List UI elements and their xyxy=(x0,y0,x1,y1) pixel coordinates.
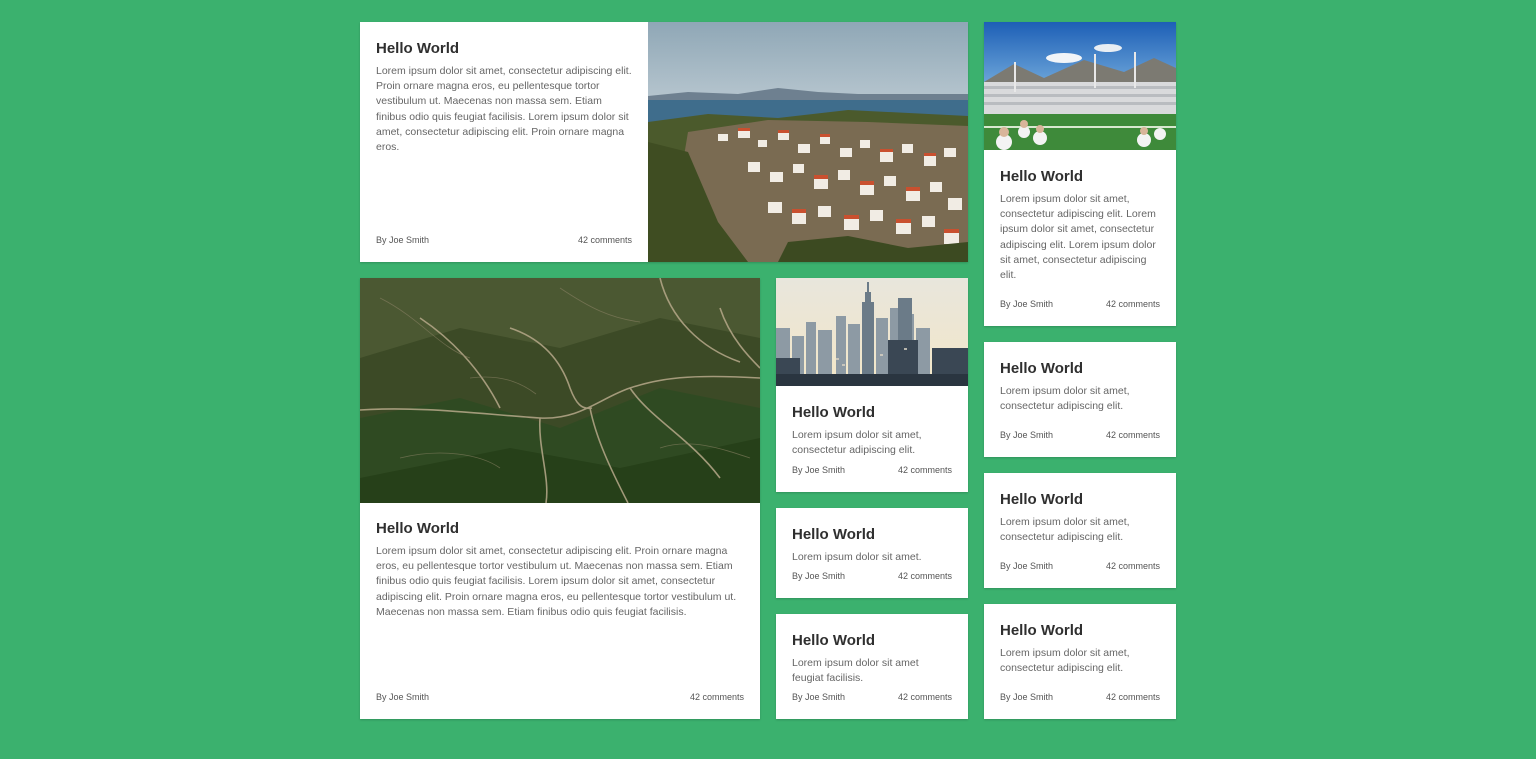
article-card[interactable]: Hello World Lorem ipsum dolor sit amet, … xyxy=(360,22,968,262)
article-card[interactable]: Hello World Lorem ipsum dolor sit amet. … xyxy=(776,508,968,598)
card-author: By Joe Smith xyxy=(1000,561,1054,571)
card-title[interactable]: Hello World xyxy=(1000,359,1160,378)
card-title[interactable]: Hello World xyxy=(1000,167,1160,186)
card-author: By Joe Smith xyxy=(376,235,430,245)
card-author: By Joe Smith xyxy=(1000,430,1054,440)
card-title[interactable]: Hello World xyxy=(792,525,952,544)
card-title[interactable]: Hello World xyxy=(376,39,632,58)
card-comments[interactable]: 42 comments xyxy=(898,464,952,476)
card-title[interactable]: Hello World xyxy=(376,519,744,538)
card-comments[interactable]: 42 comments xyxy=(578,234,632,246)
card-author: By Joe Smith xyxy=(1000,299,1054,309)
card-author: By Joe Smith xyxy=(792,465,846,475)
card-author: By Joe Smith xyxy=(376,692,430,702)
card-title[interactable]: Hello World xyxy=(792,403,952,422)
card-comments[interactable]: 42 comments xyxy=(1106,429,1160,441)
article-card[interactable]: Hello World Lorem ipsum dolor sit amet f… xyxy=(776,614,968,719)
article-card[interactable]: Hello World Lorem ipsum dolor sit amet, … xyxy=(984,473,1176,588)
card-text: Lorem ipsum dolor sit amet, consectetur … xyxy=(376,65,632,154)
card-text: Lorem ipsum dolor sit amet, consectetur … xyxy=(376,545,737,618)
card-comments[interactable]: 42 comments xyxy=(1106,560,1160,572)
stadium-photo xyxy=(984,22,1176,150)
card-comments[interactable]: 42 comments xyxy=(898,691,952,703)
city-skyline-photo xyxy=(776,278,968,386)
card-title[interactable]: Hello World xyxy=(1000,621,1160,640)
card-comments[interactable]: 42 comments xyxy=(690,691,744,703)
card-text: Lorem ipsum dolor sit amet, consectetur … xyxy=(1000,647,1130,675)
card-comments[interactable]: 42 comments xyxy=(1106,298,1160,310)
card-text: Lorem ipsum dolor sit amet, consectetur … xyxy=(792,429,922,457)
card-text: Lorem ipsum dolor sit amet, consectetur … xyxy=(1000,516,1130,544)
card-text: Lorem ipsum dolor sit amet, consectetur … xyxy=(1000,193,1156,282)
card-text: Lorem ipsum dolor sit amet feugiat facil… xyxy=(792,657,919,685)
card-author: By Joe Smith xyxy=(792,692,846,702)
aerial-landscape-photo xyxy=(360,278,760,503)
card-author: By Joe Smith xyxy=(1000,692,1054,702)
coastal-town-photo xyxy=(648,22,968,262)
card-text: Lorem ipsum dolor sit amet. xyxy=(792,551,922,563)
article-card[interactable]: Hello World Lorem ipsum dolor sit amet, … xyxy=(984,604,1176,719)
article-card[interactable]: Hello World Lorem ipsum dolor sit amet, … xyxy=(776,278,968,492)
card-comments[interactable]: 42 comments xyxy=(898,570,952,582)
card-text: Lorem ipsum dolor sit amet, consectetur … xyxy=(1000,385,1130,413)
article-card[interactable]: Hello World Lorem ipsum dolor sit amet, … xyxy=(984,22,1176,326)
card-title[interactable]: Hello World xyxy=(1000,490,1160,509)
card-author: By Joe Smith xyxy=(792,571,846,581)
card-comments[interactable]: 42 comments xyxy=(1106,691,1160,703)
article-card[interactable]: Hello World Lorem ipsum dolor sit amet, … xyxy=(360,278,760,719)
card-title[interactable]: Hello World xyxy=(792,631,952,650)
article-card[interactable]: Hello World Lorem ipsum dolor sit amet, … xyxy=(984,342,1176,457)
